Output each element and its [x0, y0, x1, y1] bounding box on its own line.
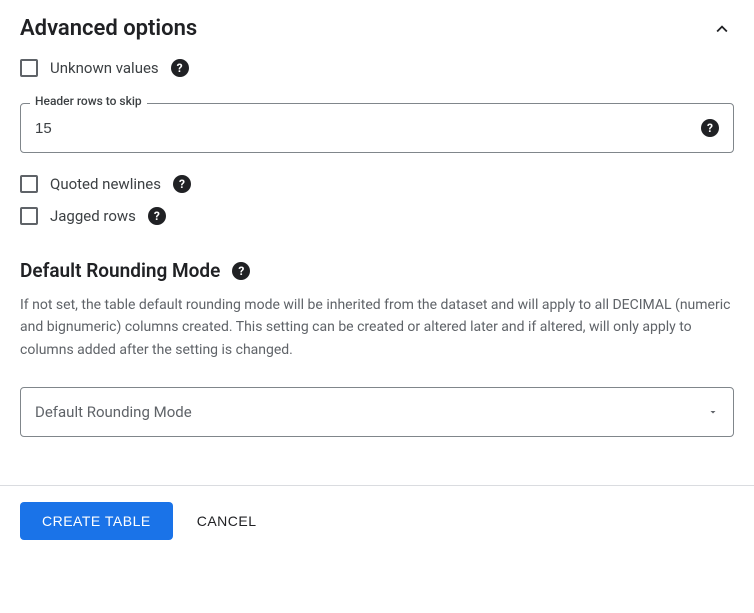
quoted-newlines-label: Quoted newlines: [50, 175, 161, 193]
rounding-description: If not set, the table default rounding m…: [20, 294, 734, 361]
header-rows-input[interactable]: [35, 120, 701, 137]
rounding-title: Default Rounding Mode: [20, 259, 220, 282]
jagged-rows-row: Jagged rows ?: [20, 207, 734, 225]
quoted-newlines-checkbox[interactable]: [20, 175, 38, 193]
create-table-button[interactable]: Create Table: [20, 502, 173, 540]
help-icon[interactable]: ?: [148, 207, 166, 225]
dropdown-caret-icon: [707, 403, 719, 422]
header-rows-input-wrapper: ?: [20, 103, 734, 153]
section-title: Advanced options: [20, 16, 197, 41]
jagged-rows-checkbox[interactable]: [20, 207, 38, 225]
unknown-values-checkbox[interactable]: [20, 59, 38, 77]
help-icon[interactable]: ?: [171, 59, 189, 77]
help-icon[interactable]: ?: [232, 262, 250, 280]
rounding-mode-select[interactable]: Default Rounding Mode: [20, 387, 734, 437]
collapse-toggle[interactable]: [710, 17, 734, 41]
header-rows-label: Header rows to skip: [30, 94, 147, 108]
chevron-up-icon: [711, 18, 733, 40]
rounding-header: Default Rounding Mode ?: [20, 259, 734, 282]
footer: Create Table Cancel: [0, 485, 754, 556]
header-rows-field: Header rows to skip ?: [20, 103, 734, 153]
cancel-button[interactable]: Cancel: [197, 513, 257, 529]
rounding-mode-value: Default Rounding Mode: [35, 403, 192, 421]
unknown-values-label: Unknown values: [50, 59, 159, 77]
help-icon[interactable]: ?: [173, 175, 191, 193]
help-icon[interactable]: ?: [701, 119, 719, 137]
section-header: Advanced options: [20, 16, 734, 41]
unknown-values-row: Unknown values ?: [20, 59, 734, 77]
jagged-rows-label: Jagged rows: [50, 207, 136, 225]
quoted-newlines-row: Quoted newlines ?: [20, 175, 734, 193]
